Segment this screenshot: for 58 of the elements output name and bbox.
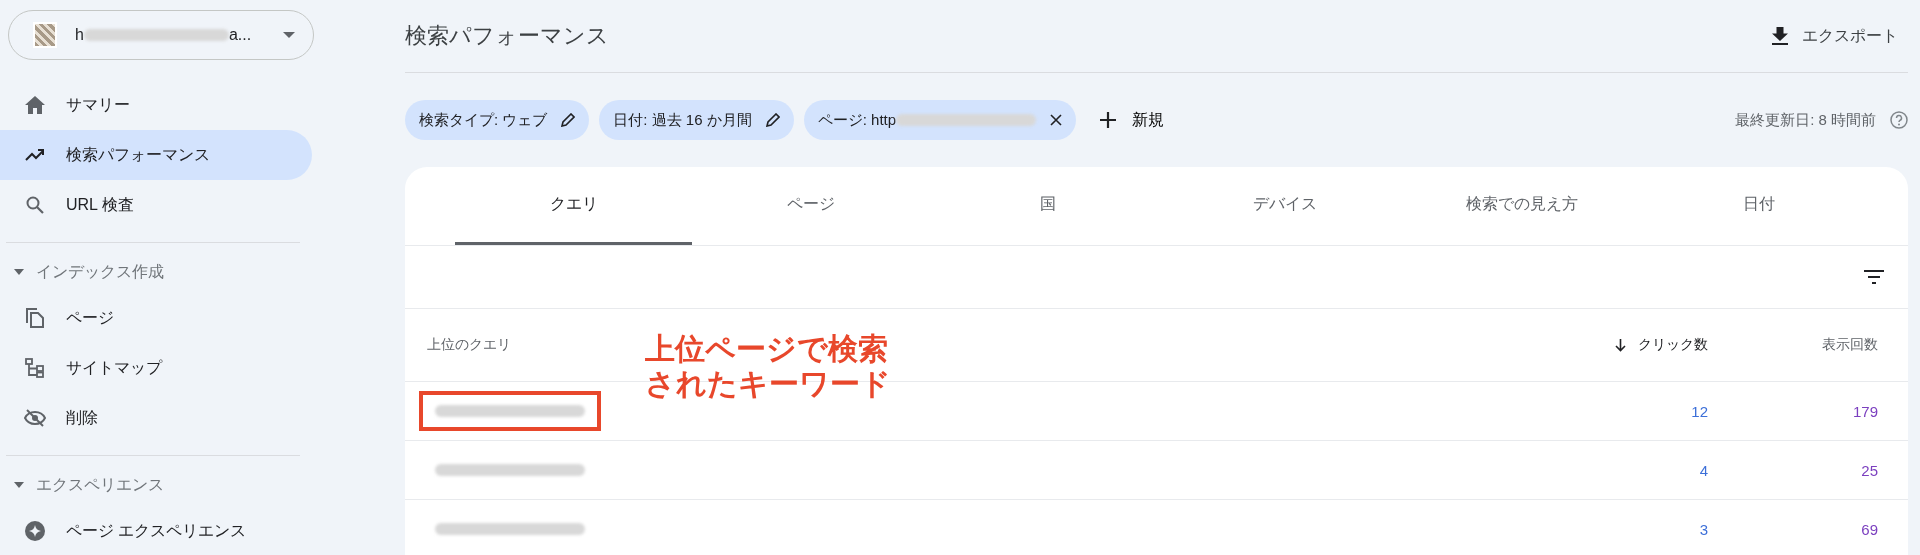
last-updated-text: 最終更新日: 8 時間前 — [1735, 110, 1876, 130]
column-header[interactable]: クリック数 — [1615, 336, 1708, 354]
nav-section-header[interactable]: インデックス作成 — [0, 255, 330, 289]
tab[interactable]: ページ — [692, 167, 930, 245]
download-icon — [1772, 27, 1788, 45]
filter-chip[interactable]: 検索タイプ: ウェブ — [405, 100, 590, 140]
filter-chip[interactable]: 日付: 過去 16 か月間 — [599, 100, 794, 140]
nav-item[interactable]: 削除 — [0, 393, 312, 443]
chip-label: 検索タイプ: ウェブ — [419, 110, 548, 130]
tab[interactable]: 日付 — [1640, 167, 1879, 245]
close-icon — [1050, 114, 1063, 126]
pencil-icon — [765, 113, 780, 127]
filter-chip[interactable]: ページ: http — [803, 100, 1077, 140]
annotation-text: されたキーワード — [645, 366, 891, 401]
caret-icon — [283, 32, 295, 38]
impressions-cell-text: 69 — [1860, 520, 1879, 538]
property-suffix: a... — [228, 26, 252, 44]
caret-icon — [14, 269, 24, 275]
plus-icon — [1100, 112, 1117, 128]
chip-label: ページ: http — [817, 110, 897, 130]
eye-off-icon — [24, 409, 46, 427]
filter-icon[interactable] — [1864, 270, 1884, 284]
nav-section-header[interactable]: エクスペリエンス — [0, 468, 330, 502]
nav-item[interactable]: 検索パフォーマンス — [0, 130, 312, 180]
tab[interactable]: 検索での見え方 — [1403, 167, 1641, 245]
help-icon[interactable] — [1890, 111, 1908, 129]
nav-item[interactable]: サマリー — [0, 80, 312, 130]
tab[interactable]: 国 — [929, 167, 1167, 245]
clicks-cell-text: 12 — [1690, 402, 1708, 420]
chip-label: 日付: 過去 16 か月間 — [613, 110, 752, 130]
new-filter-button[interactable]: 新規 — [1086, 109, 1179, 131]
sparkle-circle-icon — [25, 521, 45, 541]
nav-item[interactable]: ページ — [0, 293, 312, 343]
tab[interactable]: デバイス — [1166, 167, 1404, 245]
export-button[interactable]: エクスポート — [1762, 25, 1908, 47]
site-favicon-icon — [33, 22, 57, 48]
property-prefix: h — [75, 26, 84, 44]
nav-item[interactable]: ページ エクスペリエンス — [0, 506, 312, 555]
clicks-cell-text: 3 — [1698, 520, 1708, 538]
impressions-cell-text: 179 — [1851, 402, 1879, 420]
property-selector[interactable]: h a... — [8, 10, 314, 60]
column-header[interactable]: 上位のクエリ — [427, 336, 511, 354]
trending-up-icon — [25, 149, 45, 161]
search-icon — [26, 196, 44, 214]
pages-icon — [26, 308, 44, 328]
impressions-cell-text: 25 — [1860, 461, 1879, 479]
sort-arrow-icon — [1615, 338, 1626, 352]
pencil-icon — [561, 113, 576, 127]
column-header[interactable]: 表示回数 — [1822, 336, 1878, 354]
annotation-text: 上位ページで検索 — [645, 332, 889, 367]
home-icon — [25, 96, 45, 114]
page-title: 検索パフォーマンス — [405, 22, 609, 50]
tab[interactable]: クエリ — [455, 167, 693, 245]
nav-item[interactable]: サイトマップ — [0, 343, 312, 393]
sitemap-icon — [25, 358, 45, 378]
caret-icon — [14, 482, 24, 488]
clicks-cell-text: 4 — [1698, 461, 1708, 479]
nav-item[interactable]: URL 検査 — [0, 180, 312, 230]
